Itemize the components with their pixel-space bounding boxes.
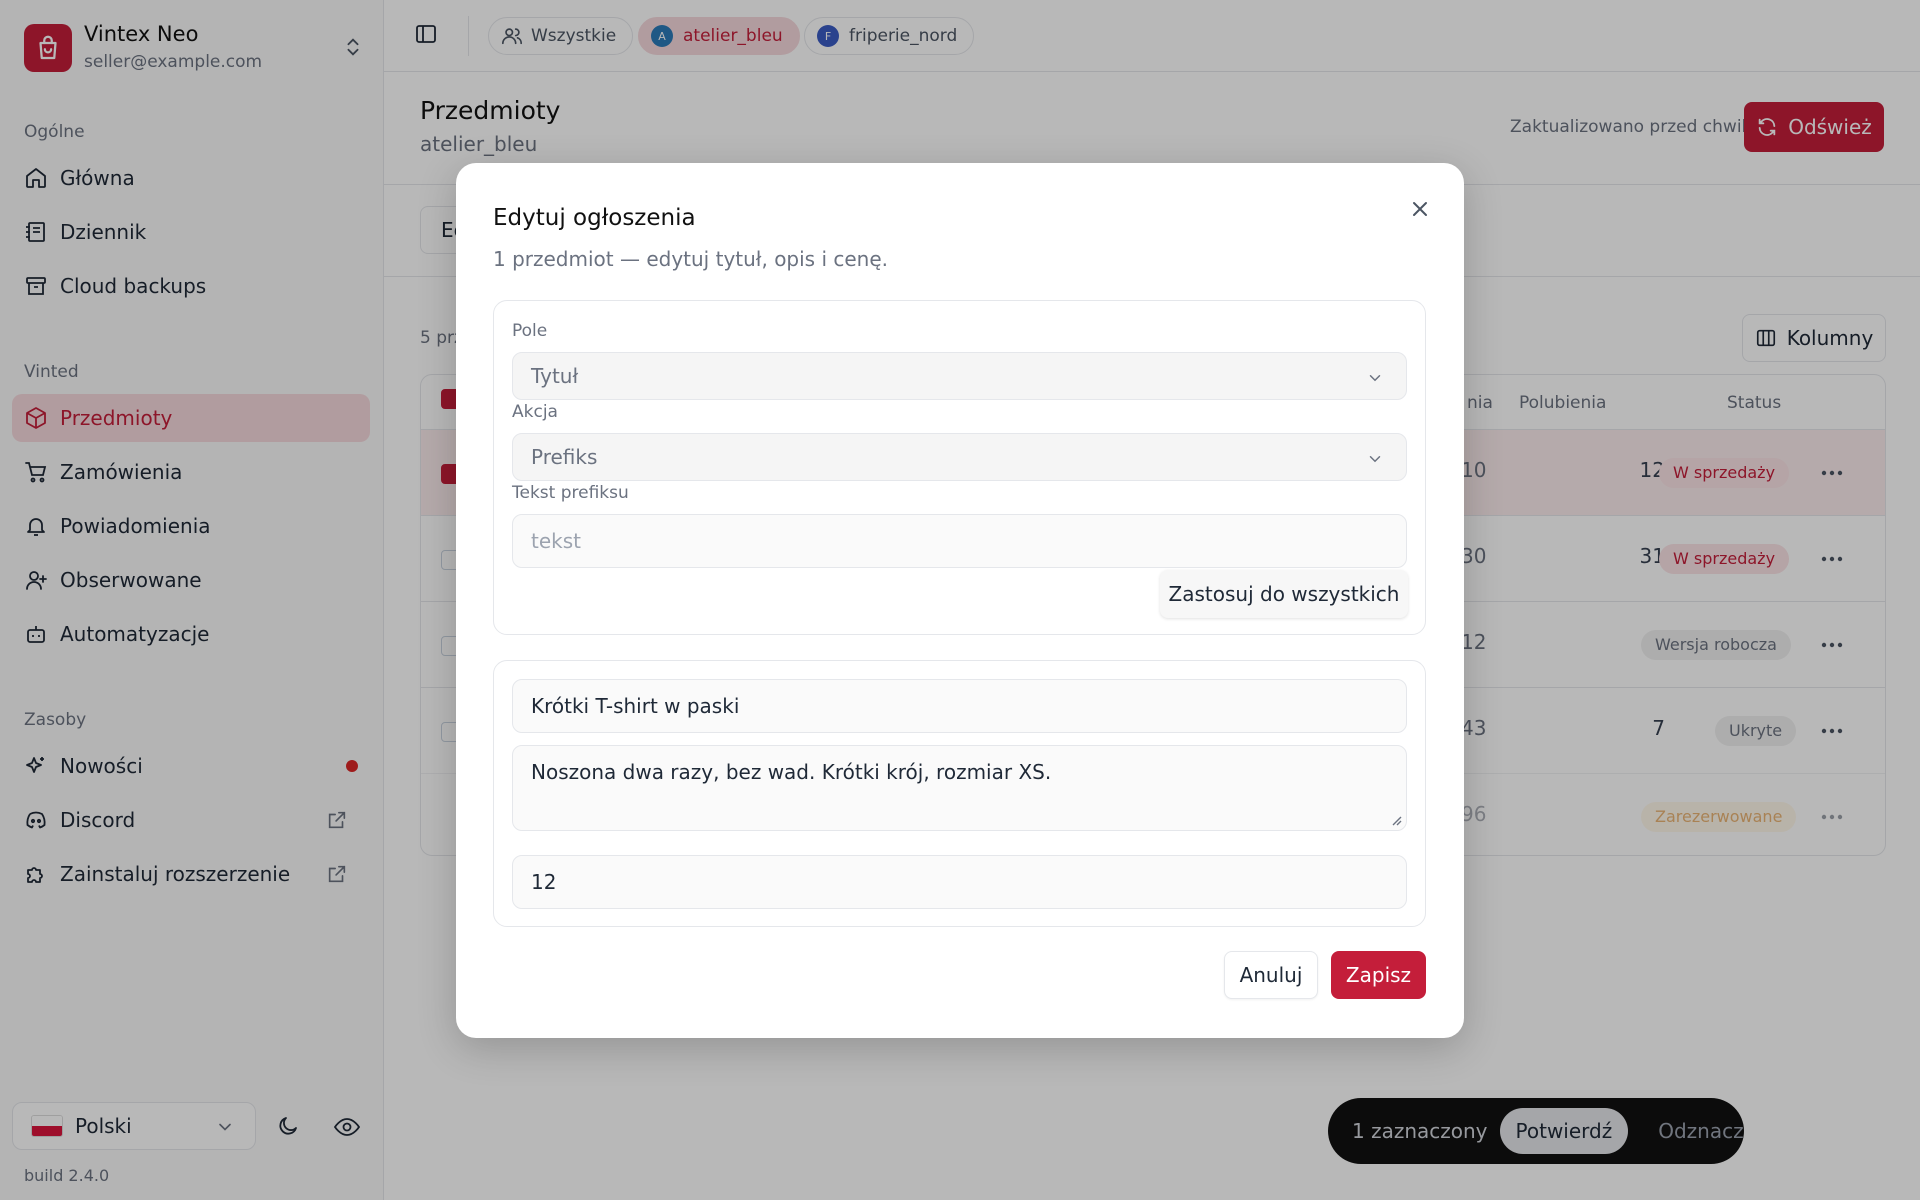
- prefix-text-input[interactable]: tekst: [512, 514, 1407, 568]
- chevron-down-icon: [1369, 456, 1381, 463]
- field-select[interactable]: Tytuł: [512, 352, 1407, 400]
- item-price-input[interactable]: 12: [512, 855, 1407, 909]
- item-description-textarea[interactable]: Noszona dwa razy, bez wad. Krótki krój, …: [512, 745, 1407, 831]
- item-edit-card: Krótki T-shirt w paski Noszona dwa razy,…: [493, 660, 1426, 927]
- field-select-value: Tytuł: [531, 364, 579, 388]
- action-label: Akcja: [512, 402, 558, 422]
- dialog-title: Edytuj ogłoszenia: [493, 205, 696, 231]
- action-select[interactable]: Prefiks: [512, 433, 1407, 481]
- item-description-text: Noszona dwa razy, bez wad. Krótki krój, …: [531, 760, 1052, 784]
- prefix-text-label: Tekst prefiksu: [512, 483, 629, 503]
- bulk-edit-card: Pole Tytuł Akcja Prefiks Tekst prefiksu …: [493, 300, 1426, 635]
- save-button[interactable]: Zapisz: [1331, 951, 1426, 999]
- close-icon[interactable]: [1408, 197, 1432, 221]
- action-select-value: Prefiks: [531, 445, 598, 469]
- cancel-button[interactable]: Anuluj: [1224, 951, 1318, 999]
- resize-grip-icon[interactable]: [1390, 814, 1402, 826]
- chevron-down-icon: [1369, 375, 1381, 382]
- edit-listings-dialog: Edytuj ogłoszenia 1 przedmiot — edytuj t…: [456, 163, 1464, 1038]
- field-label: Pole: [512, 321, 548, 341]
- apply-to-all-button[interactable]: Zastosuj do wszystkich: [1160, 570, 1408, 618]
- dialog-description: 1 przedmiot — edytuj tytuł, opis i cenę.: [493, 247, 889, 271]
- item-title-input[interactable]: Krótki T-shirt w paski: [512, 679, 1407, 733]
